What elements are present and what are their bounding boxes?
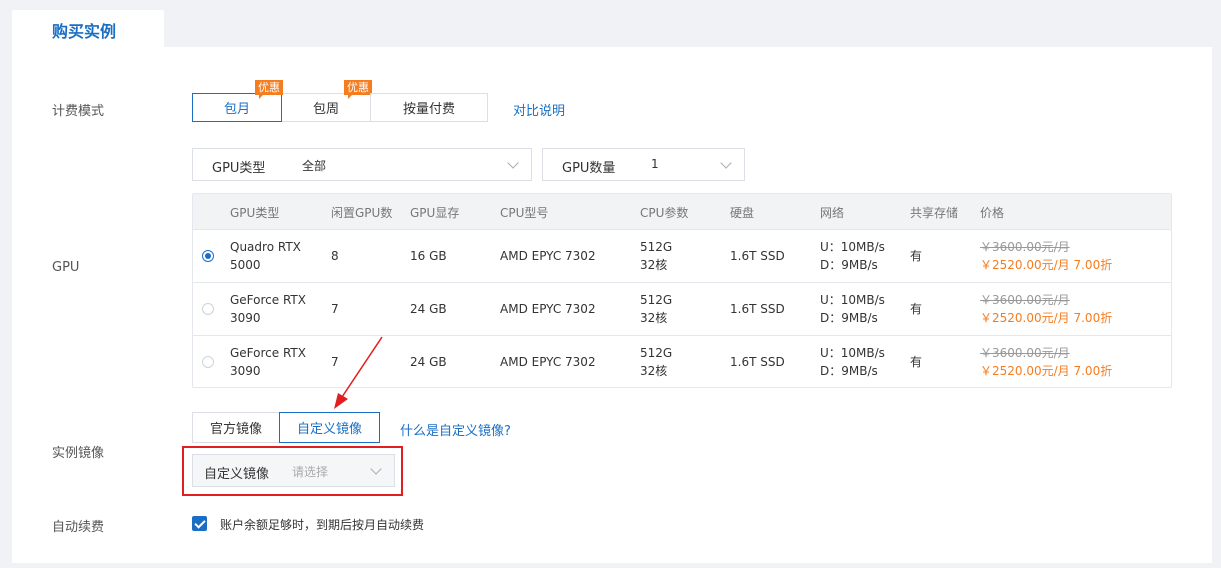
gpu-type-select[interactable]: GPU类型 全部 [192, 148, 532, 181]
row-radio[interactable] [202, 303, 214, 315]
billing-option-monthly[interactable]: 包月 优惠 [192, 80, 283, 122]
discount-badge: 优惠 [255, 80, 283, 99]
row-radio[interactable] [202, 250, 214, 262]
billing-option-label: 按量付费 [402, 102, 455, 117]
column-header: GPU类型 [230, 206, 280, 220]
price-cell: ￥3600.00元/月 ￥2520.00元/月 7.00折 [980, 293, 1113, 325]
compare-link[interactable]: 对比说明 [513, 100, 565, 119]
chevron-down-icon [720, 157, 732, 169]
network-cell: U：10MB/s D：9MB/s [820, 240, 885, 272]
gpu-label: GPU [52, 260, 80, 275]
cpu-model-cell: AMD EPYC 7302 [500, 355, 596, 369]
instance-image-label: 实例镜像 [52, 446, 105, 461]
shared-storage-cell: 有 [910, 249, 923, 263]
custom-image-select[interactable]: 自定义镜像 请选择 [192, 454, 395, 487]
table-row[interactable]: GeForce RTX 3090 7 24 GB AMD EPYC 7302 51… [193, 282, 1171, 336]
cpu-params-cell: 512G 32核 [640, 240, 673, 272]
image-option-official[interactable]: 官方镜像 [192, 412, 280, 443]
auto-renew-text: 账户余额足够时，到期后按月自动续费 [220, 518, 425, 532]
disk-cell: 1.6T SSD [730, 249, 785, 263]
cpu-params-cell: 512G 32核 [640, 293, 673, 325]
gpu-type-select-value: 全部 [302, 159, 327, 173]
disk-cell: 1.6T SSD [730, 302, 785, 316]
gpu-count-select-value: 1 [651, 157, 659, 171]
network-cell: U：10MB/s D：9MB/s [820, 346, 885, 378]
cpu-model-cell: AMD EPYC 7302 [500, 249, 596, 263]
shared-storage-cell: 有 [910, 302, 923, 316]
annotation-arrow-icon [334, 336, 383, 409]
gpu-type-select-label: GPU类型 [212, 161, 266, 176]
column-header: CPU参数 [640, 206, 689, 220]
discount-badge: 优惠 [344, 80, 372, 99]
vram-cell: 24 GB [410, 302, 447, 316]
row-radio[interactable] [202, 356, 214, 368]
cpu-model-cell: AMD EPYC 7302 [500, 302, 596, 316]
cpu-params-cell: 512G 32核 [640, 346, 673, 378]
price-cell: ￥3600.00元/月 ￥2520.00元/月 7.00折 [980, 240, 1113, 272]
column-header: 闲置GPU数 [331, 206, 393, 220]
vram-cell: 16 GB [410, 249, 447, 263]
image-option-label: 自定义镜像 [296, 422, 362, 437]
chevron-down-icon [370, 463, 382, 475]
custom-image-placeholder: 请选择 [292, 465, 329, 479]
table-row[interactable]: Quadro RTX 5000 8 16 GB AMD EPYC 7302 512… [193, 229, 1171, 283]
vram-cell: 24 GB [410, 355, 447, 369]
custom-image-help-link[interactable]: 什么是自定义镜像? [400, 420, 511, 439]
disk-cell: 1.6T SSD [730, 355, 785, 369]
billing-option-label: 包月 [223, 102, 250, 117]
idle-gpu-cell: 7 [331, 302, 339, 316]
chevron-down-icon [507, 157, 519, 169]
gpu-table-header: GPU类型 闲置GPU数 GPU显存 CPU型号 CPU参数 硬盘 网络 共享存… [193, 194, 1171, 229]
billing-mode-selector: 包月 优惠 包周 优惠 按量付费 [192, 80, 488, 122]
column-header: 价格 [980, 206, 1005, 220]
billing-option-label: 包周 [312, 102, 339, 117]
auto-renew-label: 自动续费 [52, 520, 105, 535]
image-option-custom[interactable]: 自定义镜像 [279, 412, 380, 443]
gpu-count-select[interactable]: GPU数量 1 [542, 148, 745, 181]
billing-option-pay-as-you-go[interactable]: 按量付费 [370, 93, 488, 122]
gpu-type-cell: GeForce RTX 3090 [230, 346, 306, 378]
column-header: 网络 [820, 206, 845, 220]
network-cell: U：10MB/s D：9MB/s [820, 293, 885, 325]
idle-gpu-cell: 8 [331, 249, 339, 263]
auto-renew-checkbox[interactable] [192, 516, 207, 531]
column-header: CPU型号 [500, 206, 549, 220]
shared-storage-cell: 有 [910, 355, 923, 369]
billing-option-weekly[interactable]: 包周 优惠 [281, 80, 372, 122]
column-header: GPU显存 [410, 206, 460, 220]
tab-buy-instance[interactable]: 购买实例 [12, 10, 164, 47]
price-cell: ￥3600.00元/月 ￥2520.00元/月 7.00折 [980, 346, 1113, 378]
image-option-label: 官方镜像 [209, 422, 262, 437]
gpu-type-cell: Quadro RTX 5000 [230, 240, 301, 272]
column-header: 硬盘 [730, 206, 755, 220]
gpu-type-cell: GeForce RTX 3090 [230, 293, 306, 325]
column-header: 共享存储 [910, 206, 959, 220]
billing-mode-label: 计费模式 [52, 104, 105, 119]
tab-title: 购买实例 [52, 22, 117, 41]
custom-image-select-label: 自定义镜像 [204, 467, 270, 482]
gpu-count-select-label: GPU数量 [562, 161, 616, 176]
image-type-selector: 官方镜像 自定义镜像 [192, 412, 380, 443]
